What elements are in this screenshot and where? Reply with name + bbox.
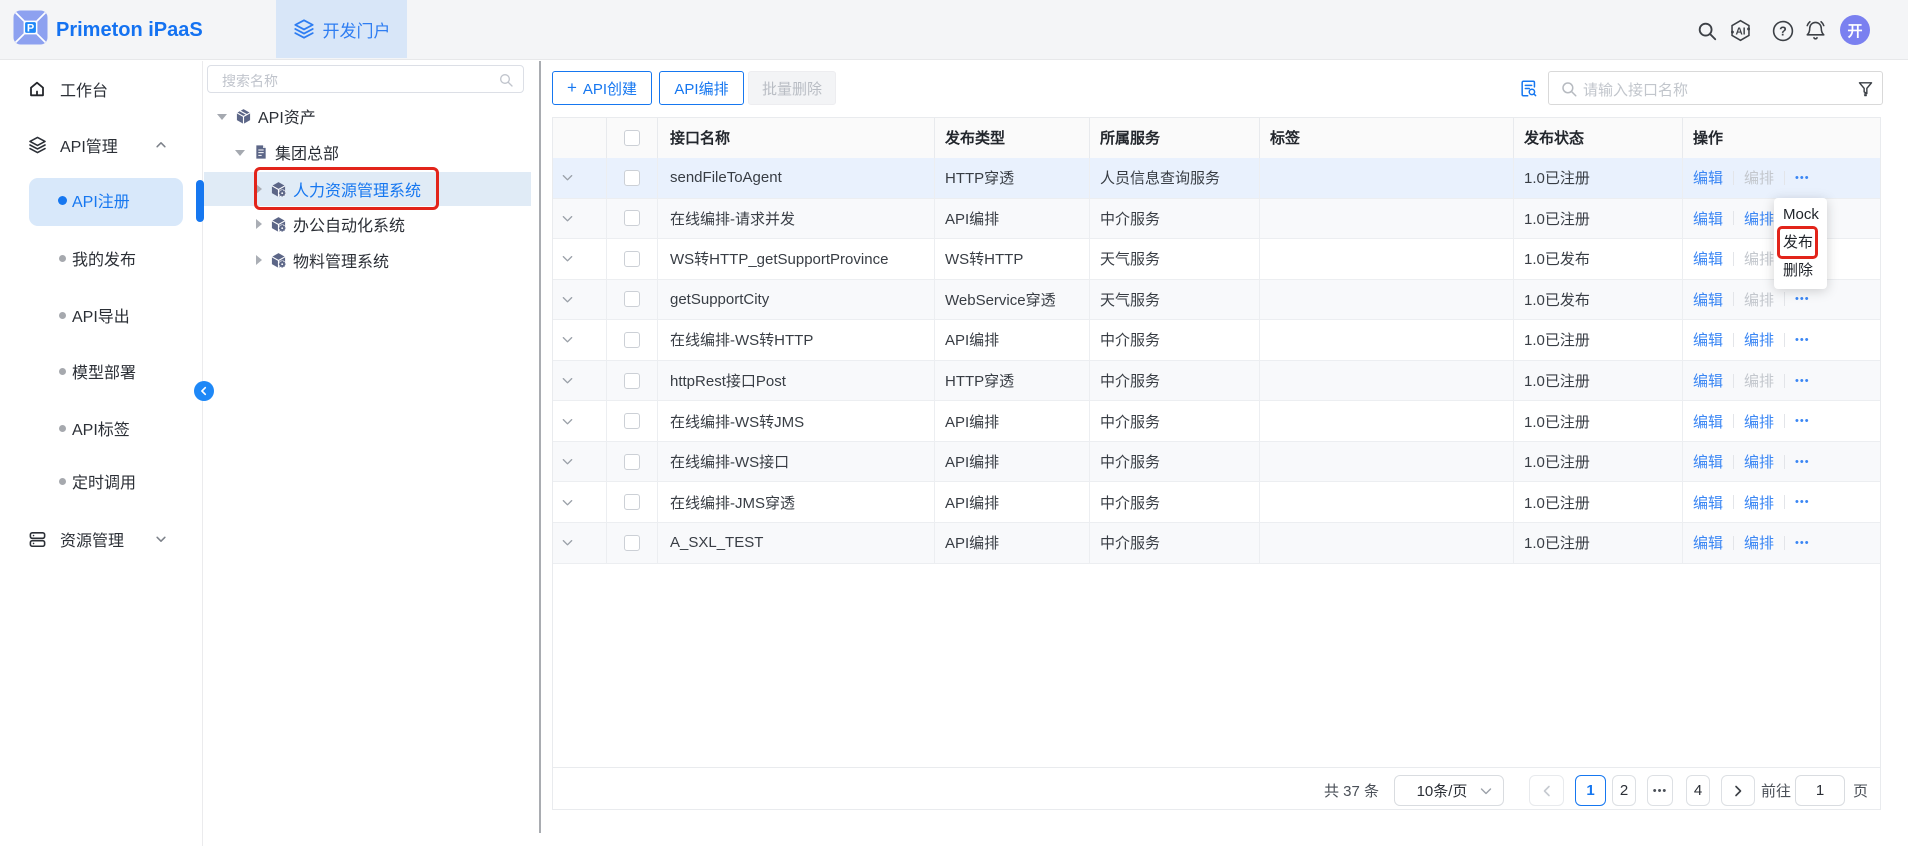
svg-text:AI: AI	[1735, 27, 1745, 38]
svg-text:?: ?	[1779, 24, 1787, 38]
svg-text:P: P	[27, 22, 34, 34]
